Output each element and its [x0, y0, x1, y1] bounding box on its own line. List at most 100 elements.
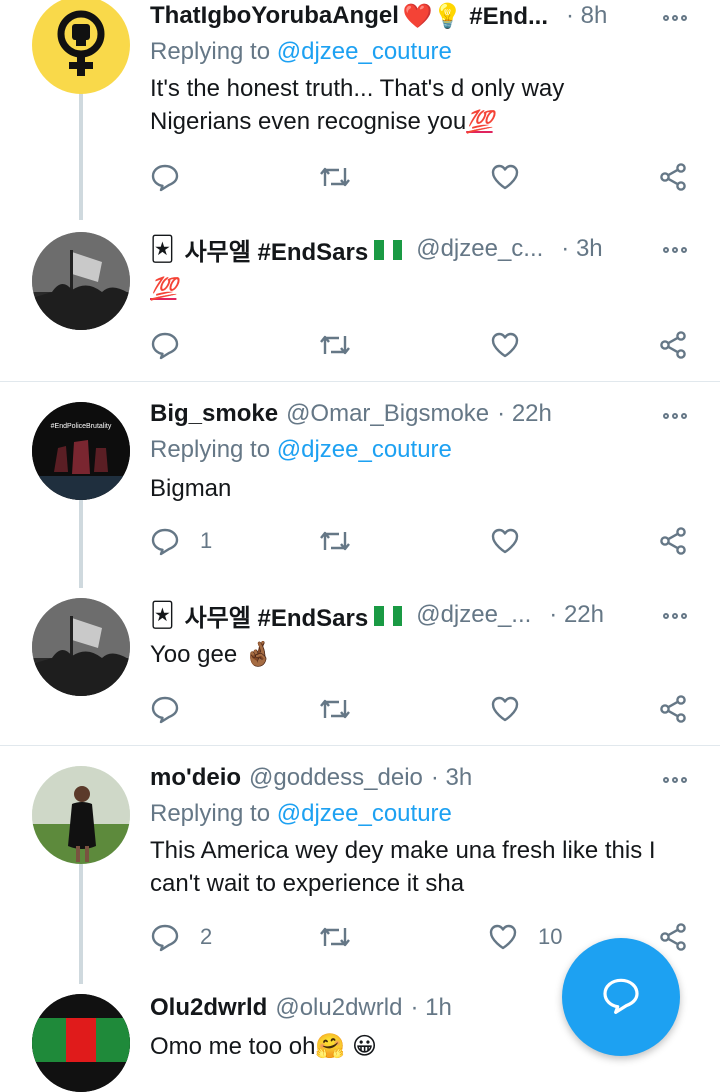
hundred-emoji: 💯 [466, 109, 493, 134]
protest-photo-icon [32, 598, 130, 696]
share-button[interactable] [658, 920, 688, 954]
retweet-icon [318, 526, 350, 556]
display-name[interactable]: ThatIgboYorubaAngel [150, 2, 399, 30]
mention-link[interactable]: @djzee_couture [277, 38, 452, 65]
tweet-3[interactable]: #EndPoliceBrutality Big_smoke @Omar_Bigs… [0, 398, 720, 588]
retweet-icon [318, 922, 350, 952]
tweet-2[interactable]: 🃏 사무엘 #EndSars @djzee_c... · 3h 💯 [0, 232, 720, 380]
reply-icon [150, 330, 180, 360]
timestamp[interactable]: · 22h [549, 601, 604, 629]
more-icon[interactable] [660, 10, 690, 26]
share-icon [658, 330, 688, 360]
like-icon [490, 330, 520, 360]
replying-to: Replying to @djzee_couture [150, 436, 452, 463]
share-button[interactable] [658, 328, 688, 362]
tweet-1[interactable]: ThatIgboYorubaAngel ❤️💡 #End... · 8h Rep… [0, 0, 720, 220]
profile-photo-icon [32, 766, 130, 864]
tweet-actions [150, 328, 695, 362]
avatar[interactable] [32, 994, 130, 1092]
more-icon[interactable] [660, 772, 690, 788]
display-name-suffix[interactable]: ❤️💡 #End... [403, 2, 548, 31]
tweet-text: It's the honest truth... That's d only w… [150, 75, 565, 135]
flag-avatar-icon [32, 994, 130, 1092]
retweet-button[interactable] [318, 692, 350, 726]
like-button[interactable] [490, 160, 530, 194]
like-button[interactable] [490, 692, 530, 726]
timestamp[interactable]: · 8h [566, 2, 607, 30]
reply-icon [150, 526, 180, 556]
display-name[interactable]: Olu2dwrld [150, 994, 267, 1022]
reply-count: 2 [200, 924, 213, 949]
like-button[interactable]: 10 [488, 920, 562, 954]
retweet-button[interactable] [318, 920, 350, 954]
retweet-icon [318, 694, 350, 724]
avatar[interactable] [32, 232, 130, 330]
handle[interactable]: @djzee_c... [416, 235, 543, 263]
reply-button[interactable] [150, 328, 190, 362]
avatar[interactable]: #EndPoliceBrutality [32, 402, 130, 500]
retweet-button[interactable] [318, 328, 350, 362]
reply-button[interactable]: 1 [150, 524, 212, 558]
reply-count: 1 [200, 528, 213, 553]
like-icon [490, 162, 520, 192]
like-count: 10 [538, 924, 563, 949]
like-icon [490, 526, 520, 556]
avatar[interactable] [32, 766, 130, 864]
like-icon [490, 694, 520, 724]
like-button[interactable] [490, 524, 530, 558]
display-name[interactable]: 사무엘 #EndSars [185, 232, 369, 267]
display-name[interactable]: Big_smoke [150, 400, 278, 428]
share-icon [658, 526, 688, 556]
avatar[interactable] [32, 0, 130, 94]
display-name[interactable]: 사무엘 #EndSars [185, 598, 369, 633]
handle[interactable]: @goddess_deio [249, 764, 423, 792]
share-button[interactable] [658, 524, 688, 558]
hundred-emoji: 💯 [150, 276, 177, 301]
more-icon[interactable] [660, 608, 690, 624]
share-icon [658, 162, 688, 192]
divider [0, 745, 720, 746]
retweet-button[interactable] [318, 524, 350, 558]
reply-button[interactable] [150, 692, 190, 726]
share-button[interactable] [658, 160, 688, 194]
mention-link[interactable]: @djzee_couture [277, 436, 452, 463]
compose-reply-icon [601, 975, 641, 1020]
tweet-text: 💯 [150, 272, 690, 305]
compose-reply-button[interactable] [562, 938, 680, 1056]
joker-emoji: 🃏 [150, 235, 175, 263]
reply-button[interactable]: 2 [150, 920, 212, 954]
timestamp[interactable]: · 3h [431, 764, 472, 792]
nigeria-flag-icon [374, 239, 403, 260]
mention-link[interactable]: @djzee_couture [277, 800, 452, 827]
reply-icon [150, 922, 180, 952]
tweet-text: Bigman [150, 475, 232, 502]
share-button[interactable] [658, 692, 688, 726]
retweet-icon [318, 330, 350, 360]
retweet-button[interactable] [318, 160, 350, 194]
display-name[interactable]: mo'deio [150, 764, 241, 792]
like-button[interactable] [490, 328, 530, 362]
replying-to: Replying to @djzee_couture [150, 38, 452, 65]
reply-button[interactable] [150, 160, 190, 194]
reply-icon [150, 694, 180, 724]
endpolicebrutality-avatar-icon: #EndPoliceBrutality [32, 402, 130, 500]
replying-to: Replying to @djzee_couture [150, 800, 452, 827]
tweet-4[interactable]: 🃏 사무엘 #EndSars @djzee_... · 22h Yoo gee … [0, 598, 720, 744]
timestamp[interactable]: · 22h [497, 400, 552, 428]
like-icon [488, 922, 518, 952]
share-icon [658, 922, 688, 952]
avatar[interactable] [32, 598, 130, 696]
tweet-actions: 1 [150, 524, 695, 558]
timestamp[interactable]: · 1h [410, 994, 451, 1022]
reply-icon [150, 162, 180, 192]
timestamp[interactable]: · 3h [561, 235, 602, 263]
handle[interactable]: @Omar_Bigsmoke [286, 400, 489, 428]
share-icon [658, 694, 688, 724]
handle[interactable]: @djzee_... [416, 601, 531, 629]
tweet-text: This America wey dey make una fresh like… [150, 837, 656, 897]
nigeria-flag-icon [374, 605, 403, 626]
more-icon[interactable] [660, 242, 690, 258]
svg-text:#EndPoliceBrutality: #EndPoliceBrutality [51, 423, 112, 430]
more-icon[interactable] [660, 408, 690, 424]
handle[interactable]: @olu2dwrld [275, 994, 402, 1022]
